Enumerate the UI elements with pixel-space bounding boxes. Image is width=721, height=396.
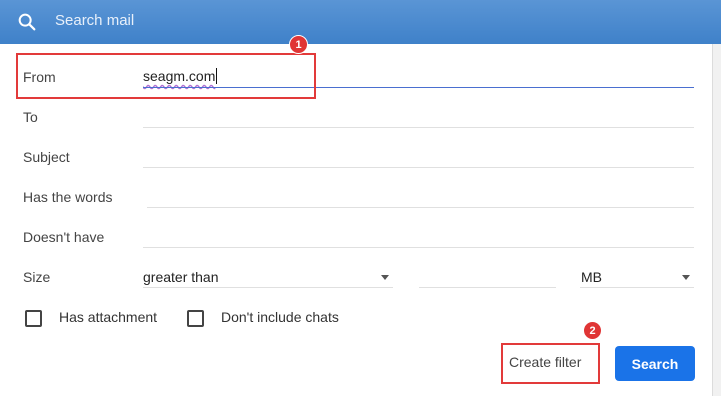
- search-icon[interactable]: [16, 11, 38, 33]
- has-words-label: Has the words: [23, 189, 113, 205]
- size-value-input[interactable]: [419, 287, 556, 288]
- dont-include-chats-checkbox[interactable]: [187, 310, 204, 327]
- size-unit-value: MB: [581, 269, 602, 285]
- doesnt-have-input[interactable]: [143, 247, 694, 248]
- search-placeholder: Search mail: [55, 12, 135, 29]
- chevron-down-icon: [381, 275, 389, 280]
- has-attachment-label: Has attachment: [59, 309, 158, 325]
- chevron-down-icon: [682, 275, 690, 280]
- search-button[interactable]: Search: [615, 346, 695, 381]
- step-badge-1: 1: [289, 35, 308, 54]
- size-operator-value: greater than: [143, 269, 219, 285]
- to-label: To: [23, 109, 38, 125]
- doesnt-have-label: Doesn't have: [23, 229, 105, 245]
- scrollbar[interactable]: [713, 44, 721, 396]
- subject-input[interactable]: [143, 167, 694, 168]
- to-input[interactable]: [143, 127, 694, 128]
- size-label: Size: [23, 269, 51, 285]
- search-bar[interactable]: Search mail: [0, 0, 721, 44]
- highlight-box-from: [16, 53, 316, 99]
- dont-include-chats-label: Don't include chats: [221, 309, 339, 325]
- size-unit-underline: [580, 287, 694, 288]
- has-attachment-checkbox[interactable]: [25, 310, 42, 327]
- step-badge-2: 2: [583, 321, 602, 340]
- highlight-box-create-filter: [501, 343, 600, 384]
- subject-label: Subject: [23, 149, 70, 165]
- has-words-input[interactable]: [147, 207, 694, 208]
- size-operator-underline: [143, 287, 393, 288]
